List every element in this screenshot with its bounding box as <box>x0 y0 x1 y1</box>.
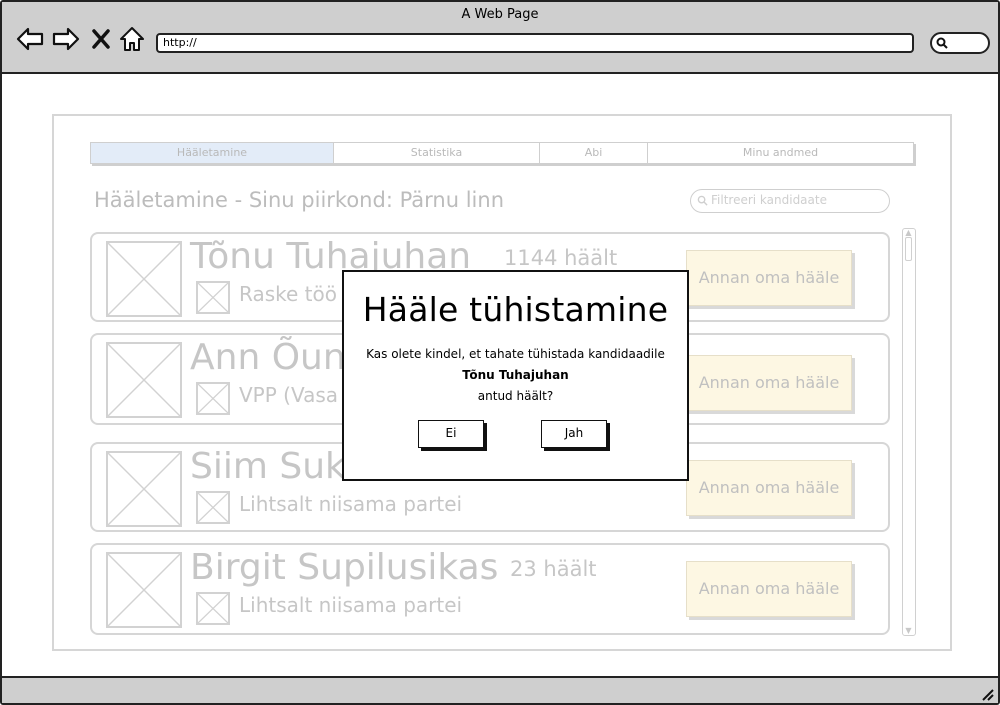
candidate-photo <box>106 241 182 317</box>
address-bar[interactable]: http:// <box>156 33 914 53</box>
candidate-party: Lihtsalt niisama partei <box>239 593 463 617</box>
candidate-name: Birgit Supilusikas <box>190 547 499 588</box>
candidate-photo <box>106 451 182 527</box>
dialog-title: Hääle tühistamine <box>362 290 669 329</box>
dialog-message-line: Kas olete kindel, et tahate tühistada ka… <box>366 347 665 361</box>
candidate-card: Birgit Supilusikas 23 häält Lihtsalt nii… <box>90 543 890 635</box>
yes-button[interactable]: Jah <box>541 420 607 448</box>
cancel-vote-dialog: Hääle tühistamine Kas olete kindel, et t… <box>342 270 689 481</box>
close-x-icon[interactable] <box>90 26 112 52</box>
candidate-party: Lihtsalt niisama partei <box>239 492 463 516</box>
page-title: Hääletamine - Sinu piirkond: Pärnu linn <box>94 188 505 212</box>
party-logo-icon <box>196 382 230 415</box>
window-title: A Web Page <box>461 7 539 22</box>
candidate-photo <box>106 552 182 628</box>
scroll-down-arrow-icon[interactable]: ▼ <box>904 627 913 635</box>
candidate-photo <box>106 342 182 418</box>
party-logo-icon <box>196 592 230 625</box>
back-arrow-icon[interactable] <box>16 26 44 52</box>
search-icon <box>697 195 708 206</box>
filter-placeholder: Filtreeri kandidaate <box>711 193 827 207</box>
candidate-votes: 1144 häält <box>504 246 618 270</box>
browser-search-box[interactable] <box>930 32 990 54</box>
forward-arrow-icon[interactable] <box>52 26 80 52</box>
home-icon[interactable] <box>118 26 146 52</box>
resize-grip-icon[interactable] <box>980 687 994 701</box>
filter-input[interactable]: Filtreeri kandidaate <box>690 189 890 213</box>
vote-button[interactable]: Annan oma hääle <box>686 561 852 617</box>
dialog-candidate-name: Tõnu Tuhajuhan <box>462 368 569 382</box>
tab-haaletamine[interactable]: Hääletamine <box>91 143 334 163</box>
party-logo-icon <box>196 491 230 524</box>
tab-statistika[interactable]: Statistika <box>334 143 540 163</box>
scroll-thumb[interactable] <box>905 237 912 261</box>
vote-button[interactable]: Annan oma hääle <box>686 355 852 411</box>
no-button[interactable]: Ei <box>418 420 484 448</box>
dialog-message: Kas olete kindel, et tahate tühistada ka… <box>344 344 687 407</box>
browser-statusbar <box>2 676 998 703</box>
dialog-message-line: antud häält? <box>477 389 554 403</box>
candidate-votes: 23 häält <box>510 557 597 581</box>
party-logo-icon <box>196 281 230 314</box>
tab-minu-andmed[interactable]: Minu andmed <box>648 143 913 163</box>
scrollbar[interactable]: ▲ ▼ <box>902 228 916 636</box>
tab-bar: Hääletamine Statistika Abi Minu andmed <box>90 142 914 164</box>
candidate-name: Siim Suk <box>190 446 346 487</box>
candidate-party: Raske töö <box>239 282 337 306</box>
browser-window: A Web Page http:// Hääletamine Statistik… <box>0 0 1000 705</box>
candidate-name: Ann Õun <box>190 337 346 378</box>
browser-titlebar: A Web Page http:// <box>2 2 998 74</box>
vote-button[interactable]: Annan oma hääle <box>686 460 852 516</box>
vote-button[interactable]: Annan oma hääle <box>686 250 852 306</box>
scroll-up-arrow-icon[interactable]: ▲ <box>904 229 913 237</box>
candidate-party: VPP (Vasa <box>239 383 339 407</box>
search-icon <box>936 37 948 49</box>
tab-abi[interactable]: Abi <box>540 143 648 163</box>
